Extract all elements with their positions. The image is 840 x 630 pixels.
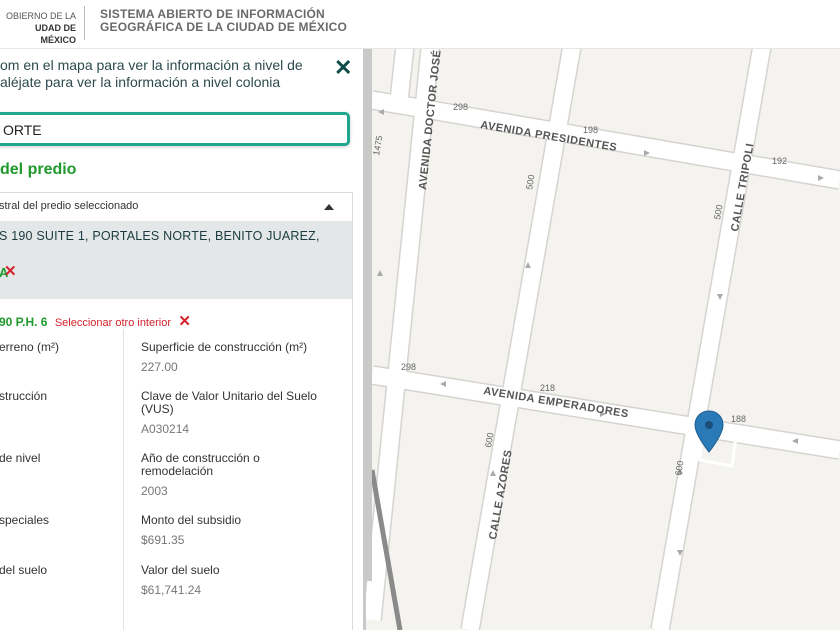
field-label: Superficie de construcción (m²) bbox=[141, 340, 308, 354]
interior-code: 90 P.H. 6 bbox=[0, 315, 48, 329]
close-icon: ✕ bbox=[334, 55, 353, 80]
field-label: Año de construcción o remodelación bbox=[141, 451, 260, 478]
header-divider bbox=[84, 6, 85, 40]
field-label: Valor del suelo bbox=[141, 563, 220, 577]
street-number: 198 bbox=[583, 125, 598, 135]
instruction-line-2: aléjate para ver la información a nivel … bbox=[0, 74, 281, 90]
interior-row: 90 P.H. 6 Seleccionar otro interior ✕ bbox=[0, 312, 191, 330]
field-construction-year: Año de construcción o remodelación 2003 bbox=[141, 451, 301, 499]
logo-line-1: OBIERNO DE LA bbox=[5, 11, 76, 21]
street-number: 192 bbox=[772, 156, 787, 166]
column-divider bbox=[123, 329, 124, 630]
field-left-4: speciales bbox=[0, 514, 49, 527]
section-title: del predio bbox=[0, 161, 77, 178]
panel-scrollbar[interactable] bbox=[366, 49, 372, 581]
system-title: SISTEMA ABIERTO DE INFORMACIÓN GEOGRÁFIC… bbox=[100, 8, 347, 34]
close-panel-button[interactable]: ✕ bbox=[334, 57, 352, 79]
street-number: 218 bbox=[540, 383, 555, 393]
field-land-value: Valor del suelo $61,741.24 bbox=[141, 563, 341, 598]
street-number: 298 bbox=[453, 102, 468, 112]
field-left-3: de nivel bbox=[0, 452, 40, 465]
field-vus-key: Clave de Valor Unitario del Suelo (VUS) … bbox=[141, 389, 341, 437]
field-left-5: del suelo bbox=[0, 564, 47, 577]
cadastral-card-header-label: stral del predio seleccionado bbox=[0, 200, 139, 212]
instruction-line-1: om en el mapa para ver la información a … bbox=[0, 57, 303, 73]
field-label: speciales bbox=[0, 513, 50, 527]
field-value: $691.35 bbox=[141, 533, 185, 547]
field-left-1: erreno (m²) bbox=[0, 341, 59, 354]
field-label: erreno (m²) bbox=[0, 340, 60, 354]
cadastral-card: stral del predio seleccionado S 190 SUIT… bbox=[0, 192, 353, 630]
zoom-instructions: om en el mapa para ver la información a … bbox=[0, 57, 320, 91]
address-text: S 190 SUITE 1, PORTALES NORTE, BENITO JU… bbox=[0, 229, 320, 243]
cadastral-card-header[interactable]: stral del predio seleccionado bbox=[0, 193, 352, 221]
street-number: 298 bbox=[401, 362, 416, 372]
field-subsidy-amount: Monto del subsidio $691.35 bbox=[141, 513, 341, 548]
site-header: OBIERNO DE LA UDAD DE MÉXICO SISTEMA ABI… bbox=[0, 0, 840, 49]
street-number: 188 bbox=[731, 414, 746, 424]
search-input[interactable]: ORTE bbox=[0, 112, 350, 146]
address-block: S 190 SUITE 1, PORTALES NORTE, BENITO JU… bbox=[0, 221, 352, 299]
collapse-chevron-up-icon[interactable] bbox=[324, 204, 334, 210]
info-panel: om en el mapa para ver la información a … bbox=[0, 49, 366, 630]
select-other-interior-link[interactable]: Seleccionar otro interior bbox=[55, 317, 171, 329]
field-value: 2003 bbox=[141, 484, 168, 498]
field-label: del suelo bbox=[0, 563, 48, 577]
field-label: Monto del subsidio bbox=[141, 513, 242, 527]
system-title-line-2: GEOGRÁFICA DE LA CIUDAD DE MÉXICO bbox=[100, 20, 348, 34]
field-label: Clave de Valor Unitario del Suelo (VUS) bbox=[141, 389, 317, 416]
clear-address-icon[interactable]: ✕ bbox=[4, 262, 17, 280]
field-value: A030214 bbox=[141, 422, 190, 436]
field-value: $61,741.24 bbox=[141, 583, 202, 597]
field-value: 227.00 bbox=[141, 360, 178, 374]
field-left-2: strucción bbox=[0, 390, 47, 403]
field-construction-area: Superficie de construcción (m²) 227.00 bbox=[141, 340, 341, 375]
logo-line-2: UDAD DE MÉXICO bbox=[34, 23, 76, 45]
field-label: de nivel bbox=[0, 451, 41, 465]
field-label: strucción bbox=[0, 389, 48, 403]
government-logo[interactable]: OBIERNO DE LA UDAD DE MÉXICO bbox=[0, 10, 76, 46]
remove-interior-icon[interactable]: ✕ bbox=[178, 313, 191, 330]
